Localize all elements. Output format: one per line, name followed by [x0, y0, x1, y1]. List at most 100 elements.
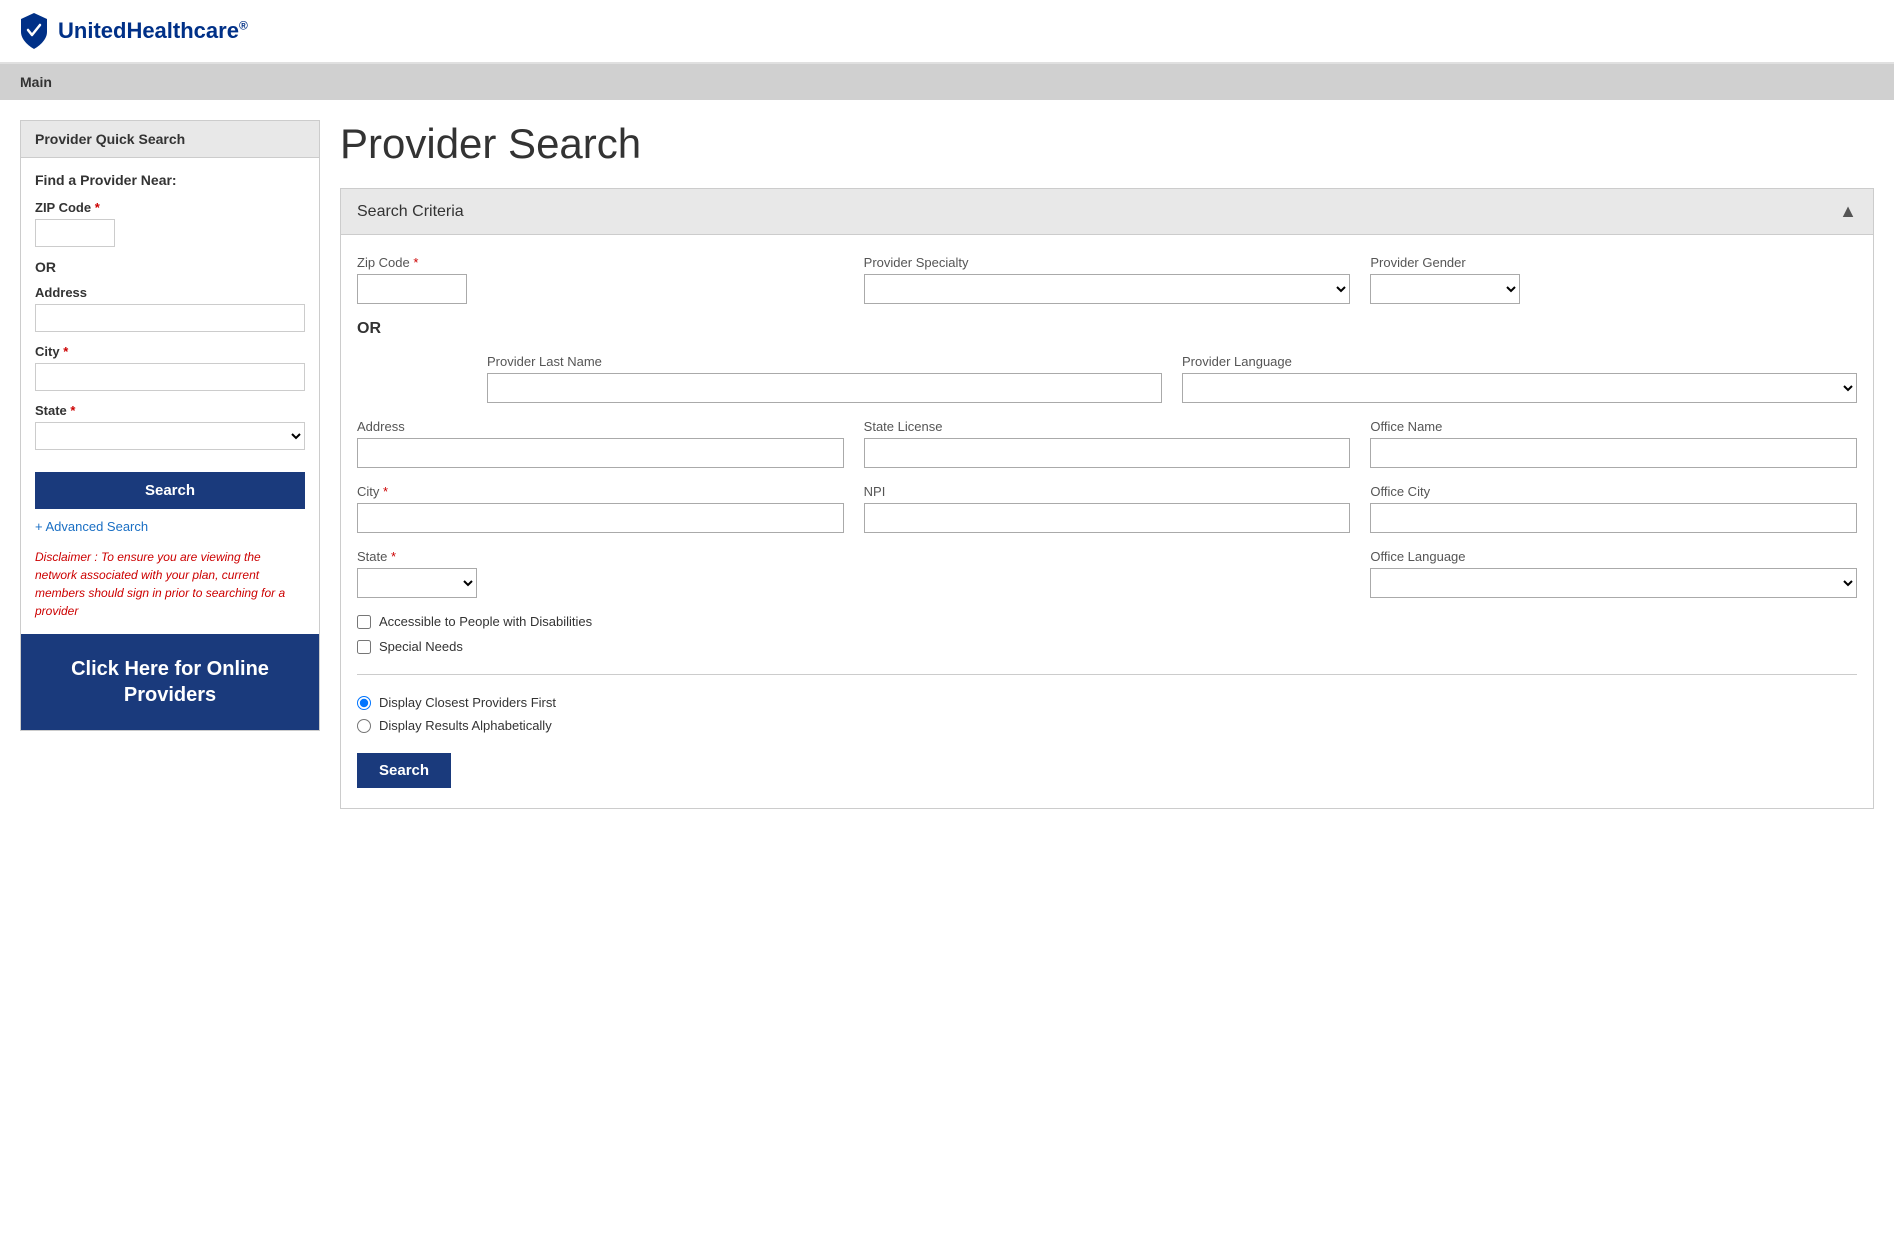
sort-alpha-radio[interactable]	[357, 719, 371, 733]
sidebar-title: Provider Quick Search	[35, 131, 185, 147]
sidebar-search-button[interactable]: Search	[35, 472, 305, 509]
criteria-row-1: Zip Code * Provider Specialty Provider G…	[357, 255, 1857, 304]
sort-alpha-label: Display Results Alphabetically	[379, 718, 552, 733]
city-input[interactable]	[35, 363, 305, 391]
criteria-row-4: City * NPI Office City	[357, 484, 1857, 533]
city-label: City *	[35, 344, 305, 359]
collapse-button[interactable]: ▲	[1839, 201, 1857, 222]
criteria-row-5: State * AL AK AZ CA FL NY TX	[357, 549, 1857, 598]
search-area: Provider Search Search Criteria ▲ Zip Co…	[340, 120, 1874, 809]
zip-code-group: ZIP Code *	[35, 200, 305, 247]
special-needs-checkbox[interactable]	[357, 640, 371, 654]
state-license-input[interactable]	[864, 438, 1351, 468]
office-city-input[interactable]	[1370, 503, 1857, 533]
city-criteria-input[interactable]	[357, 503, 844, 533]
sidebar-body: Find a Provider Near: ZIP Code * OR Addr…	[21, 158, 319, 634]
office-language-col: Office Language	[1370, 549, 1857, 598]
address-input[interactable]	[35, 304, 305, 332]
state-criteria-label: State *	[357, 549, 844, 564]
special-needs-label: Special Needs	[379, 639, 463, 654]
accessible-checkbox-row: Accessible to People with Disabilities	[357, 614, 1857, 629]
provider-last-name-label: Provider Last Name	[487, 354, 1162, 369]
provider-language-label: Provider Language	[1182, 354, 1857, 369]
address-label: Address	[35, 285, 305, 300]
address-criteria-input[interactable]	[357, 438, 844, 468]
state-criteria-col: State * AL AK AZ CA FL NY TX	[357, 549, 844, 598]
advanced-search-link[interactable]: + Advanced Search	[35, 519, 305, 534]
provider-gender-label: Provider Gender	[1370, 255, 1857, 270]
zip-code-criteria-input[interactable]	[357, 274, 467, 304]
disclaimer-text: Disclaimer : To ensure you are viewing t…	[35, 548, 305, 620]
provider-gender-select[interactable]: Male Female	[1370, 274, 1520, 304]
office-name-input[interactable]	[1370, 438, 1857, 468]
office-name-label: Office Name	[1370, 419, 1857, 434]
criteria-panel: Search Criteria ▲ Zip Code * Provider Sp…	[340, 188, 1874, 809]
zip-code-criteria-label: Zip Code *	[357, 255, 844, 270]
office-city-label: Office City	[1370, 484, 1857, 499]
zip-code-input[interactable]	[35, 219, 115, 247]
provider-last-name-input[interactable]	[487, 373, 1162, 403]
state-group: State * AL AK AZ CA CO CT FL GA NY TX	[35, 403, 305, 450]
sort-closest-radio[interactable]	[357, 696, 371, 710]
divider	[357, 674, 1857, 675]
npi-col: NPI	[864, 484, 1351, 533]
sort-options: Display Closest Providers First Display …	[357, 695, 1857, 733]
page-title: Provider Search	[340, 120, 1874, 168]
address-criteria-col: Address	[357, 419, 844, 468]
nav-bar: Main	[0, 64, 1894, 100]
zip-required-star: *	[95, 200, 100, 215]
criteria-title: Search Criteria	[357, 203, 464, 221]
criteria-header: Search Criteria ▲	[341, 189, 1873, 235]
provider-language-col: Provider Language	[1182, 354, 1857, 403]
office-city-col: Office City	[1370, 484, 1857, 533]
city-criteria-label: City *	[357, 484, 844, 499]
criteria-row-3: Address State License Office Name	[357, 419, 1857, 468]
provider-language-select[interactable]	[1182, 373, 1857, 403]
city-group: City *	[35, 344, 305, 391]
office-language-select[interactable]	[1370, 568, 1857, 598]
address-criteria-label: Address	[357, 419, 844, 434]
state-license-col: State License	[864, 419, 1351, 468]
zip-code-label: ZIP Code *	[35, 200, 305, 215]
or-text: OR	[35, 259, 305, 275]
provider-gender-col: Provider Gender Male Female	[1370, 255, 1857, 304]
nav-main-link[interactable]: Main	[20, 74, 52, 90]
state-required-star: *	[70, 403, 75, 418]
online-providers-button[interactable]: Click Here for Online Providers	[21, 634, 319, 730]
office-language-label: Office Language	[1370, 549, 1857, 564]
sort-closest-label: Display Closest Providers First	[379, 695, 556, 710]
state-license-label: State License	[864, 419, 1351, 434]
sidebar-header: Provider Quick Search	[21, 121, 319, 158]
accessible-label: Accessible to People with Disabilities	[379, 614, 592, 629]
address-group: Address	[35, 285, 305, 332]
logo-reg: ®	[239, 19, 248, 33]
main-content: Provider Quick Search Find a Provider Ne…	[0, 100, 1894, 829]
logo-text: UnitedHealthcare®	[58, 18, 248, 44]
npi-input[interactable]	[864, 503, 1351, 533]
state-label: State *	[35, 403, 305, 418]
provider-specialty-label: Provider Specialty	[864, 255, 1351, 270]
logo: UnitedHealthcare®	[20, 12, 248, 50]
sort-closest-row: Display Closest Providers First	[357, 695, 1857, 710]
provider-specialty-select[interactable]	[864, 274, 1351, 304]
accessible-checkbox[interactable]	[357, 615, 371, 629]
zip-code-col: Zip Code *	[357, 255, 844, 304]
special-needs-checkbox-row: Special Needs	[357, 639, 1857, 654]
state-select[interactable]: AL AK AZ CA CO CT FL GA NY TX	[35, 422, 305, 450]
page-header: UnitedHealthcare®	[0, 0, 1894, 64]
city-required-star: *	[63, 344, 68, 359]
office-name-col: Office Name	[1370, 419, 1857, 468]
find-label: Find a Provider Near:	[35, 172, 305, 188]
provider-last-name-col: Provider Last Name	[487, 354, 1162, 403]
provider-specialty-col: Provider Specialty	[864, 255, 1351, 304]
city-criteria-col: City *	[357, 484, 844, 533]
sort-alpha-row: Display Results Alphabetically	[357, 718, 1857, 733]
state-criteria-select[interactable]: AL AK AZ CA FL NY TX	[357, 568, 477, 598]
npi-label: NPI	[864, 484, 1351, 499]
sidebar: Provider Quick Search Find a Provider Ne…	[20, 120, 320, 731]
criteria-row-2: Provider Last Name Provider Language	[357, 354, 1857, 403]
or-criteria-label: OR	[357, 320, 1857, 338]
shield-icon	[20, 12, 48, 50]
bottom-search-button[interactable]: Search	[357, 753, 451, 788]
criteria-body: Zip Code * Provider Specialty Provider G…	[341, 235, 1873, 808]
